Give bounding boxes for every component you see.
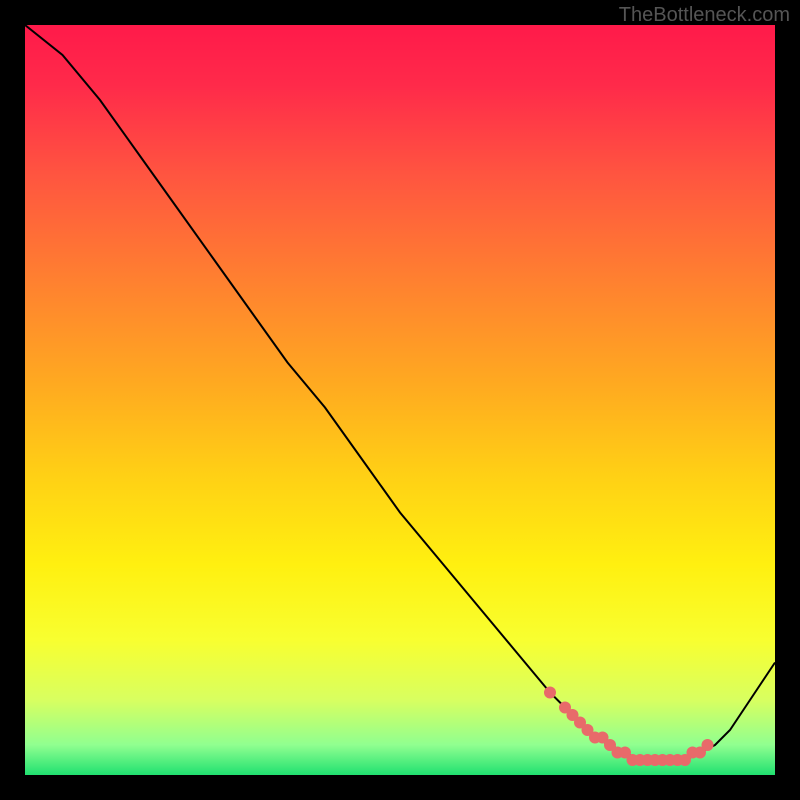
minimum-markers-group: [544, 687, 714, 767]
minimum-marker-dot: [702, 739, 714, 751]
minimum-marker-dot: [544, 687, 556, 699]
bottleneck-curve-line: [25, 25, 775, 760]
chart-svg: [25, 25, 775, 775]
watermark-text: TheBottleneck.com: [619, 4, 790, 27]
chart-plot-area: [25, 25, 775, 775]
